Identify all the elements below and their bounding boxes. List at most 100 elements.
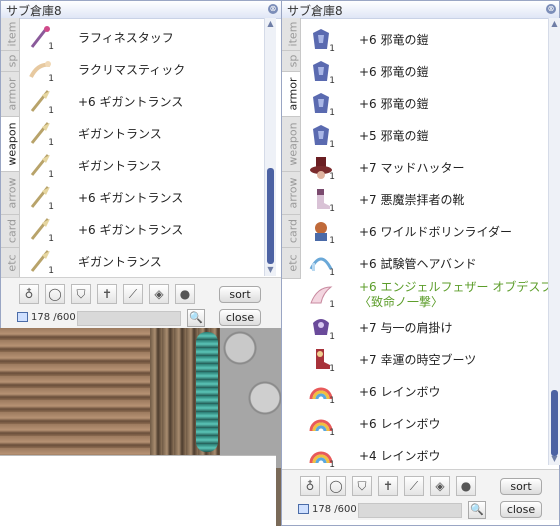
lance-icon: 1 xyxy=(28,185,54,212)
item-name: +6 邪竜の鎧 xyxy=(359,97,429,111)
item-name: ラクリマスティック xyxy=(78,63,186,77)
scrollbar[interactable]: ▲ ▼ xyxy=(264,18,276,276)
item-count: 1 xyxy=(48,106,54,116)
wand-icon[interactable]: ⟋ xyxy=(123,284,143,304)
scroll-up-icon[interactable]: ▲ xyxy=(266,20,275,28)
scroll-down-icon[interactable]: ▼ xyxy=(550,455,559,463)
list-item[interactable]: 1 +6 ギガントランス xyxy=(20,213,260,245)
item-count: 1 xyxy=(329,44,335,54)
scrollbar[interactable]: ▲ ▼ xyxy=(548,18,560,465)
list-item[interactable]: 1 +6 邪竜の鎧 xyxy=(301,23,541,55)
list-item[interactable]: 1 +7 与一の肩掛け xyxy=(301,311,541,343)
staff-icon: 1 xyxy=(28,25,54,52)
dragon-armor-icon: 1 xyxy=(309,91,335,118)
potion-icon[interactable]: ♁ xyxy=(19,284,39,304)
storage-footer: ♁ ◯ ⛉ ✝ ⟋ ◈ ● sort 178 /600 🔍 close xyxy=(282,469,559,520)
item-count: 1 xyxy=(329,268,335,278)
list-item[interactable]: 1 +7 マッドハッター xyxy=(301,151,541,183)
rainbow-icon: 1 xyxy=(309,379,335,406)
tab-armor[interactable]: armor xyxy=(1,72,19,117)
time-boots-icon: 1 xyxy=(309,347,335,374)
search-icon[interactable]: 🔍 xyxy=(187,309,205,327)
item-name: ギガントランス xyxy=(78,159,162,173)
list-item[interactable]: 1 ラクリマスティック xyxy=(20,53,260,85)
item-name: +7 悪魔崇拝者の靴 xyxy=(359,193,465,207)
list-item[interactable]: 1 +6 ギガントランス xyxy=(20,181,260,213)
close-icon[interactable]: ⊗ xyxy=(546,4,556,14)
potion-icon[interactable]: ♁ xyxy=(300,476,320,496)
item-count: 1 xyxy=(329,364,335,374)
list-item[interactable]: 1 +7 幸運の時空ブーツ xyxy=(301,343,541,375)
storage-window-left: サブ倉庫8 ⊗ item sp armor weapon arrow card etc 1 ラ… xyxy=(0,0,282,328)
item-count: 1 xyxy=(48,42,54,52)
item-name: +6 ワイルドボリンライダー xyxy=(359,225,513,239)
list-item[interactable]: 1 +6 ワイルドボリンライダー xyxy=(301,215,541,247)
card-icon[interactable]: ◈ xyxy=(149,284,169,304)
item-count: 1 xyxy=(329,76,335,86)
orb-icon[interactable]: ● xyxy=(175,284,195,304)
list-item[interactable]: 1 +6 エンジェルフェザー オブデスブロー 〈致命ノ一撃〉 xyxy=(301,279,560,311)
dragon-armor-icon: 1 xyxy=(309,123,335,150)
scroll-thumb[interactable] xyxy=(551,390,558,456)
rainbow-icon: 1 xyxy=(309,443,335,470)
list-item[interactable]: 1 ラフィネスタッフ xyxy=(20,21,260,53)
shield-icon[interactable]: ⛉ xyxy=(352,476,372,496)
item-count: 1 xyxy=(329,300,335,310)
wand-icon[interactable]: ⟋ xyxy=(404,476,424,496)
list-item[interactable]: 1 +6 ギガントランス xyxy=(20,85,260,117)
cross-icon[interactable]: ✝ xyxy=(378,476,398,496)
goblin-rider-icon: 1 xyxy=(309,219,335,246)
category-tabs: item sp armor weapon arrow card etc xyxy=(282,18,301,279)
item-count: 1 xyxy=(329,236,335,246)
search-icon[interactable]: 🔍 xyxy=(468,501,486,519)
angel-feather-icon: 1 xyxy=(309,283,335,310)
tab-etc[interactable]: etc xyxy=(1,248,19,279)
sort-button[interactable]: sort xyxy=(219,286,261,303)
cross-icon[interactable]: ✝ xyxy=(97,284,117,304)
list-item[interactable]: 1 +6 レインボウ xyxy=(301,407,541,439)
ring-icon[interactable]: ◯ xyxy=(45,284,65,304)
list-item[interactable]: 1 ギガントランス xyxy=(20,245,260,277)
tab-armor[interactable]: armor xyxy=(282,72,300,117)
card-icon[interactable]: ◈ xyxy=(430,476,450,496)
search-input[interactable] xyxy=(358,503,462,518)
scroll-thumb[interactable] xyxy=(267,168,274,264)
orb-icon[interactable]: ● xyxy=(456,476,476,496)
close-icon[interactable]: ⊗ xyxy=(268,4,278,14)
list-item[interactable]: 1 +6 邪竜の鎧 xyxy=(301,87,541,119)
list-item[interactable]: 1 +7 悪魔崇拝者の靴 xyxy=(301,183,541,215)
stained-glass xyxy=(196,332,218,452)
sort-button[interactable]: sort xyxy=(500,478,542,495)
item-name: +6 ギガントランス xyxy=(78,223,184,237)
list-item[interactable]: 1 +6 邪竜の鎧 xyxy=(301,55,541,87)
shield-icon[interactable]: ⛉ xyxy=(71,284,91,304)
item-name: +6 邪竜の鎧 xyxy=(359,33,429,47)
search-input[interactable] xyxy=(77,311,181,326)
item-name: +5 邪竜の鎧 xyxy=(359,129,429,143)
tab-etc[interactable]: etc xyxy=(282,248,300,279)
list-item[interactable]: 1 ギガントランス xyxy=(20,149,260,181)
item-count: 1 xyxy=(48,138,54,148)
item-count: 1 xyxy=(329,140,335,150)
item-name: ギガントランス xyxy=(78,255,162,269)
list-item[interactable]: 1 +4 レインボウ xyxy=(301,439,541,471)
item-name: +6 ギガントランス xyxy=(78,191,184,205)
item-name: +6 ギガントランス xyxy=(78,95,184,109)
title-bar[interactable]: サブ倉庫8 ⊗ xyxy=(282,1,559,19)
list-item[interactable]: 1 ギガントランス xyxy=(20,117,260,149)
item-name: +6 邪竜の鎧 xyxy=(359,65,429,79)
list-item[interactable]: 1 +5 邪竜の鎧 xyxy=(301,119,541,151)
item-name: +6 エンジェルフェザー オブデスブロー 〈致命ノ一撃〉 xyxy=(359,280,560,309)
ring-icon[interactable]: ◯ xyxy=(326,476,346,496)
scroll-down-icon[interactable]: ▼ xyxy=(266,266,275,274)
close-button[interactable]: close xyxy=(219,309,261,326)
list-item[interactable]: 1 +6 試験管ヘアバンド xyxy=(301,247,541,279)
title-bar[interactable]: サブ倉庫8 ⊗ xyxy=(1,1,281,19)
scroll-up-icon[interactable]: ▲ xyxy=(550,20,559,28)
close-button[interactable]: close xyxy=(500,501,542,518)
minimap-panel xyxy=(0,455,276,527)
item-name: +4 レインボウ xyxy=(359,449,441,463)
dragon-armor-icon: 1 xyxy=(309,27,335,54)
list-item[interactable]: 1 +6 レインボウ xyxy=(301,375,541,407)
storage-capacity: 178 /600 xyxy=(312,504,357,515)
